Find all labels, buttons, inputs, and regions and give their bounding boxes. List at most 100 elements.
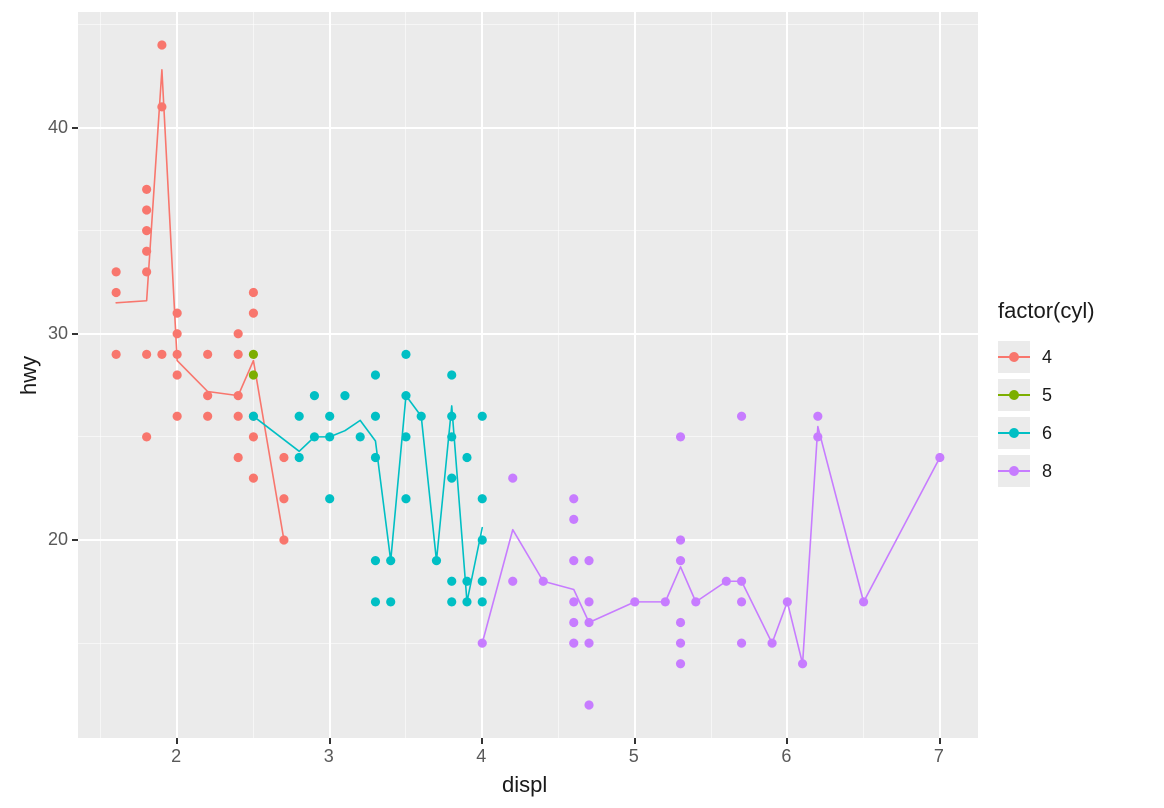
data-point xyxy=(539,577,548,586)
data-point xyxy=(203,412,212,421)
data-point xyxy=(234,350,243,359)
legend-label: 4 xyxy=(1042,347,1052,368)
data-point xyxy=(371,597,380,606)
data-point xyxy=(676,556,685,565)
data-point xyxy=(173,370,182,379)
data-point xyxy=(432,556,441,565)
data-point xyxy=(737,639,746,648)
legend-swatch xyxy=(998,379,1030,411)
data-point xyxy=(584,618,593,627)
data-point xyxy=(203,391,212,400)
data-point xyxy=(447,474,456,483)
data-point xyxy=(859,597,868,606)
data-point xyxy=(340,391,349,400)
data-point xyxy=(112,267,121,276)
x-tick-mark xyxy=(634,738,636,744)
legend-title: factor(cyl) xyxy=(998,298,1095,324)
data-point xyxy=(935,453,944,462)
legend-key-8: 8 xyxy=(998,452,1095,490)
legend: factor(cyl) 4 5 6 8 xyxy=(998,298,1095,490)
data-point xyxy=(462,597,471,606)
data-point xyxy=(447,432,456,441)
data-point xyxy=(142,205,151,214)
legend-label: 6 xyxy=(1042,423,1052,444)
data-point xyxy=(584,597,593,606)
data-point xyxy=(157,350,166,359)
series-line-4 xyxy=(116,70,284,540)
data-point xyxy=(401,432,410,441)
x-tick-label: 2 xyxy=(171,746,181,767)
data-point xyxy=(783,597,792,606)
data-point xyxy=(173,309,182,318)
data-point xyxy=(142,432,151,441)
data-point xyxy=(401,391,410,400)
data-point xyxy=(279,494,288,503)
data-point xyxy=(798,659,807,668)
data-point xyxy=(676,432,685,441)
data-point xyxy=(142,350,151,359)
legend-dot-icon xyxy=(1009,466,1019,476)
data-point xyxy=(356,432,365,441)
data-point xyxy=(462,577,471,586)
legend-swatch xyxy=(998,417,1030,449)
legend-dot-icon xyxy=(1009,428,1019,438)
x-tick-label: 3 xyxy=(324,746,334,767)
data-point xyxy=(569,494,578,503)
data-point xyxy=(676,535,685,544)
data-point xyxy=(447,597,456,606)
data-point xyxy=(386,597,395,606)
x-tick-mark xyxy=(481,738,483,744)
data-point xyxy=(676,639,685,648)
data-point xyxy=(234,453,243,462)
y-tick-mark xyxy=(72,539,78,541)
x-tick-label: 5 xyxy=(629,746,639,767)
legend-swatch xyxy=(998,341,1030,373)
data-point xyxy=(279,453,288,462)
data-point xyxy=(249,370,258,379)
legend-key-5: 5 xyxy=(998,376,1095,414)
y-tick-mark xyxy=(72,127,78,129)
data-point xyxy=(234,412,243,421)
chart-figure: displ hwy factor(cyl) 4568 234567203040 xyxy=(0,0,1164,808)
data-point xyxy=(737,412,746,421)
data-point xyxy=(569,639,578,648)
plot-svg xyxy=(78,12,978,738)
data-point xyxy=(508,577,517,586)
data-point xyxy=(157,40,166,49)
data-point xyxy=(371,412,380,421)
data-point xyxy=(676,618,685,627)
data-point xyxy=(295,453,304,462)
data-point xyxy=(249,474,258,483)
data-point xyxy=(462,453,471,462)
legend-label: 8 xyxy=(1042,461,1052,482)
data-point xyxy=(310,432,319,441)
data-point xyxy=(569,618,578,627)
legend-key-4: 4 xyxy=(998,338,1095,376)
x-tick-mark xyxy=(939,738,941,744)
data-point xyxy=(661,597,670,606)
series-line-8 xyxy=(482,427,940,664)
data-point xyxy=(173,412,182,421)
data-point xyxy=(279,535,288,544)
data-point xyxy=(447,370,456,379)
data-point xyxy=(508,474,517,483)
data-point xyxy=(112,288,121,297)
x-tick-mark xyxy=(786,738,788,744)
y-axis-title: hwy xyxy=(16,356,42,395)
data-point xyxy=(386,556,395,565)
data-point xyxy=(249,432,258,441)
data-point xyxy=(417,412,426,421)
data-point xyxy=(325,432,334,441)
legend-dot-icon xyxy=(1009,390,1019,400)
data-point xyxy=(478,577,487,586)
data-point xyxy=(478,494,487,503)
legend-swatch xyxy=(998,455,1030,487)
data-point xyxy=(813,432,822,441)
data-point xyxy=(630,597,639,606)
data-point xyxy=(447,412,456,421)
data-point xyxy=(142,226,151,235)
data-point xyxy=(157,102,166,111)
data-point xyxy=(249,309,258,318)
y-tick-label: 30 xyxy=(48,323,68,344)
data-point xyxy=(401,494,410,503)
